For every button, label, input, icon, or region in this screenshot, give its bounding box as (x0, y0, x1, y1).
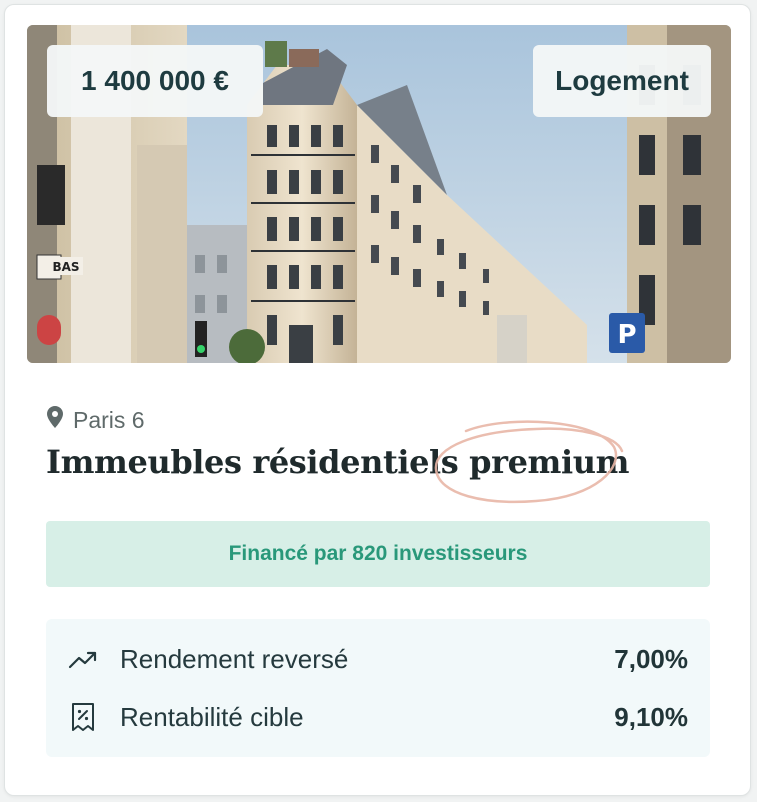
parking-sign: P (617, 320, 636, 350)
trending-up-icon (66, 642, 100, 676)
receipt-percent-icon (66, 700, 100, 734)
price-badge: 1 400 000 € (47, 45, 263, 117)
highlight-scribble (434, 420, 624, 504)
stat-value: 7,00% (614, 643, 688, 674)
stats-panel: Rendement reversé 7,00% Rentabilité cibl… (46, 619, 710, 757)
property-title[interactable]: Immeubles résidentiels premium (46, 420, 630, 504)
location: Paris 6 (47, 405, 145, 435)
property-card[interactable]: P BAS 1 400 000 € Logement Paris 6 Immeu… (4, 4, 751, 796)
location-pin-icon (47, 406, 63, 434)
stat-row-yield: Rendement reversé 7,00% (66, 639, 688, 679)
stat-row-target-return: Rentabilité cible 9,10% (66, 697, 688, 737)
funding-status-banner: Financé par 820 investisseurs (46, 521, 710, 587)
category-badge: Logement (533, 45, 711, 117)
stat-label: Rentabilité cible (120, 701, 304, 732)
stat-label: Rendement reversé (120, 643, 349, 674)
shop-sign: BAS (52, 260, 79, 274)
stat-value: 9,10% (614, 701, 688, 732)
property-photo[interactable]: P BAS 1 400 000 € Logement (27, 25, 731, 363)
location-label: Paris 6 (73, 406, 145, 433)
